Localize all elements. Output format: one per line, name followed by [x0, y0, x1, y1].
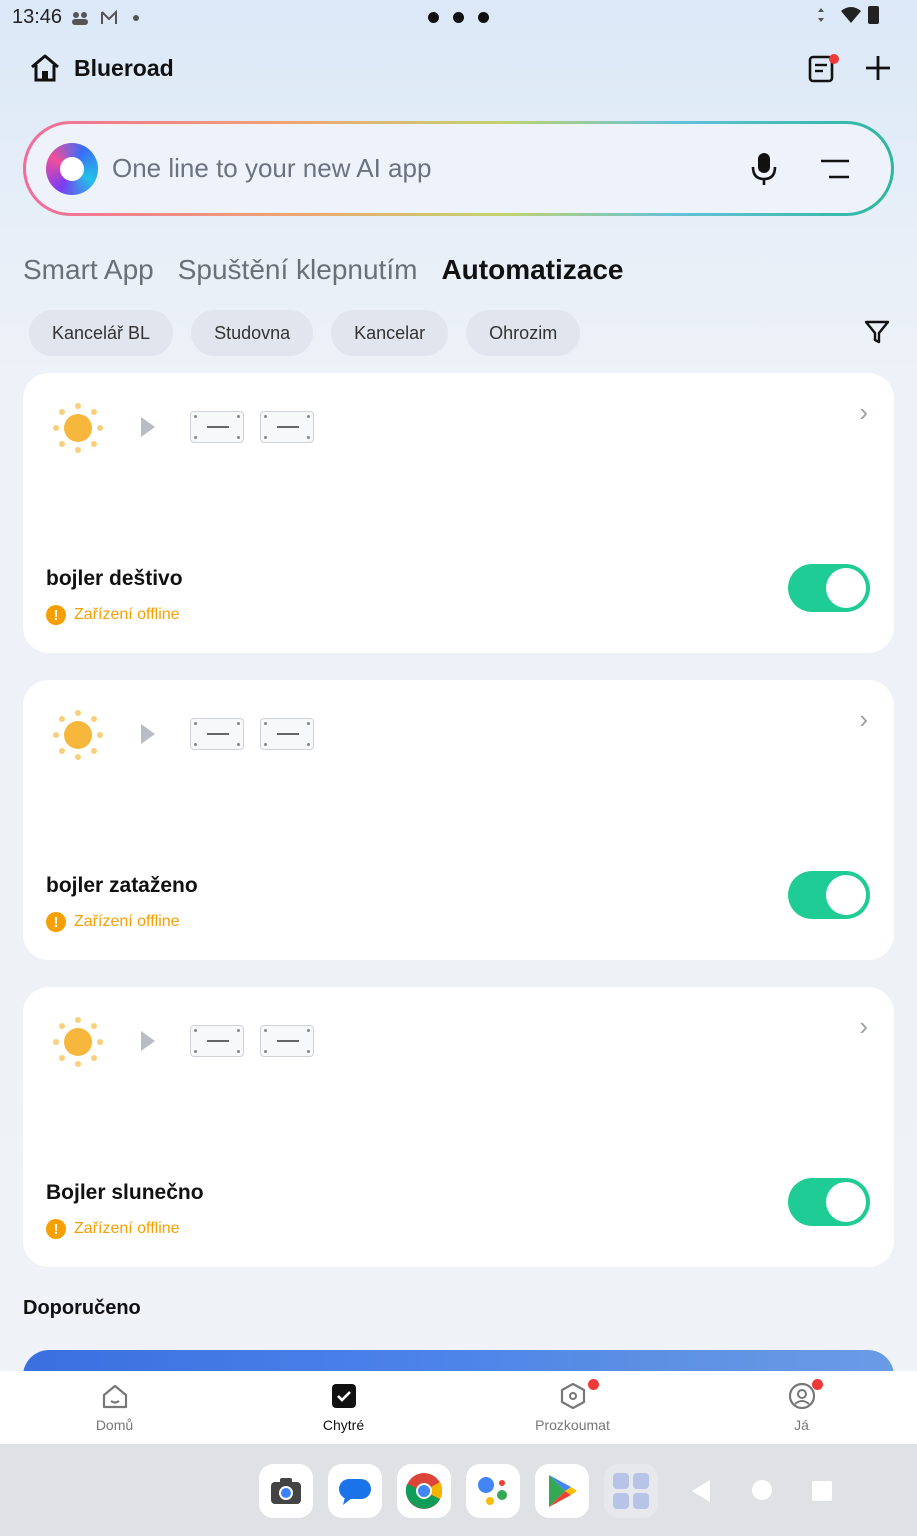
- chevron-right-icon[interactable]: ›: [859, 1011, 868, 1042]
- camera-dots: [428, 6, 489, 23]
- status-text: Zařízení offline: [74, 913, 180, 930]
- warning-icon: !: [46, 605, 66, 625]
- automation-toggle[interactable]: [788, 564, 870, 612]
- automation-toggle[interactable]: [788, 1178, 870, 1226]
- warning-icon: !: [46, 912, 66, 932]
- nav-label: Chytré: [322, 1417, 365, 1433]
- tab-automation[interactable]: Automatizace: [441, 254, 623, 286]
- camera-app-icon[interactable]: [259, 1464, 313, 1518]
- automation-name: bojler zataženo: [46, 874, 198, 897]
- home-button-icon[interactable]: [752, 1480, 772, 1500]
- notification-badge: [829, 54, 839, 64]
- ai-search-bar[interactable]: One line to your new AI app: [23, 121, 894, 216]
- explore-icon: [560, 1382, 585, 1410]
- play-store-app-icon[interactable]: [535, 1464, 589, 1518]
- search-input[interactable]: One line to your new AI app: [112, 153, 431, 184]
- recents-button-icon[interactable]: [812, 1481, 832, 1501]
- home-icon: [102, 1384, 127, 1409]
- room-chip[interactable]: Studovna: [191, 310, 314, 356]
- weather-sun-icon: [53, 403, 103, 453]
- ai-logo-icon: [46, 142, 98, 195]
- nav-explore[interactable]: Prozkoumat: [458, 1371, 687, 1444]
- messages-button[interactable]: [807, 52, 839, 84]
- notification-icons-group: [72, 9, 139, 25]
- device-thumbnail: [190, 718, 244, 750]
- battery-icon: [868, 6, 879, 24]
- scene-tabs: Smart App Spuštění klepnutím Automatizac…: [23, 254, 623, 286]
- nav-label: Já: [794, 1417, 809, 1433]
- messages-app-icon[interactable]: [328, 1464, 382, 1518]
- chevron-right-icon[interactable]: ›: [859, 704, 868, 735]
- system-taskbar: [0, 1444, 917, 1536]
- room-chip[interactable]: Ohrozim: [466, 310, 581, 356]
- nav-smart[interactable]: Chytré: [229, 1371, 458, 1444]
- wifi-icon: [841, 7, 861, 23]
- grid-icon: [613, 1473, 649, 1509]
- device-thumbnail: [190, 411, 244, 443]
- automation-card[interactable]: › bojler deštivo ! Zařízení offline: [23, 373, 894, 653]
- automation-card[interactable]: › Bojler slunečno ! Zařízení offline: [23, 987, 894, 1267]
- smart-icon: [331, 1384, 356, 1408]
- menu-lines-icon[interactable]: [819, 157, 851, 181]
- device-thumbnail: [260, 1025, 314, 1057]
- chrome-app-icon[interactable]: [397, 1464, 451, 1518]
- chevron-right-icon[interactable]: ›: [859, 397, 868, 428]
- device-thumbnail: [260, 411, 314, 443]
- nav-label: Prozkoumat: [535, 1417, 610, 1433]
- nav-me[interactable]: Já: [687, 1371, 916, 1444]
- system-indicators: [816, 6, 879, 24]
- notification-badge: [588, 1379, 599, 1390]
- data-arrows-icon: [818, 8, 824, 22]
- add-icon[interactable]: [863, 53, 893, 83]
- status-text: Zařízení offline: [74, 606, 180, 623]
- status-text: Zařízení offline: [74, 1220, 180, 1237]
- arrow-right-icon: [141, 724, 155, 744]
- device-status: ! Zařízení offline: [46, 605, 180, 625]
- automation-card[interactable]: › bojler zataženo ! Zařízení offline: [23, 680, 894, 960]
- assistant-icon: [478, 1477, 507, 1505]
- device-status: ! Zařízení offline: [46, 1219, 180, 1239]
- weather-sun-icon: [53, 710, 103, 760]
- camera-icon: [271, 1478, 301, 1504]
- recommended-heading: Doporučeno: [23, 1297, 141, 1319]
- arrow-right-icon: [141, 1031, 155, 1051]
- automation-name: Bojler slunečno: [46, 1181, 204, 1204]
- nav-home[interactable]: Domů: [0, 1371, 229, 1444]
- device-thumbnail: [190, 1025, 244, 1057]
- device-thumbnail: [260, 718, 314, 750]
- home-title[interactable]: Blueroad: [74, 55, 174, 82]
- warning-icon: !: [46, 1219, 66, 1239]
- status-time: 13:46: [12, 6, 63, 28]
- home-icon[interactable]: [28, 51, 62, 85]
- automation-name: bojler deštivo: [46, 567, 183, 590]
- weather-sun-icon: [53, 1017, 103, 1067]
- bottom-navigation: Domů Chytré Prozkoumat Já: [0, 1371, 917, 1444]
- play-store-icon: [549, 1475, 577, 1507]
- back-button-icon[interactable]: [692, 1480, 710, 1502]
- notification-badge: [812, 1379, 823, 1390]
- device-status: ! Zařízení offline: [46, 912, 180, 932]
- tab-smart-app[interactable]: Smart App: [23, 254, 154, 286]
- status-bar: 13:46: [0, 0, 917, 36]
- room-chip[interactable]: Kancelar: [331, 310, 449, 356]
- app-header: Blueroad: [28, 46, 893, 90]
- room-filter-chips: Kancelář BL Studovna Kancelar Ohrozim: [29, 310, 581, 356]
- chrome-icon: [405, 1473, 443, 1509]
- chat-bubble-icon: [339, 1479, 371, 1505]
- assistant-app-icon[interactable]: [466, 1464, 520, 1518]
- tab-tap-to-run[interactable]: Spuštění klepnutím: [178, 254, 418, 286]
- nav-label: Domů: [95, 1417, 134, 1433]
- filter-icon[interactable]: [863, 318, 891, 346]
- notification-icons: [70, 8, 160, 33]
- microphone-icon[interactable]: [749, 151, 779, 187]
- automation-toggle[interactable]: [788, 871, 870, 919]
- room-chip[interactable]: Kancelář BL: [29, 310, 174, 356]
- app-drawer-icon[interactable]: [604, 1464, 658, 1518]
- arrow-right-icon: [141, 417, 155, 437]
